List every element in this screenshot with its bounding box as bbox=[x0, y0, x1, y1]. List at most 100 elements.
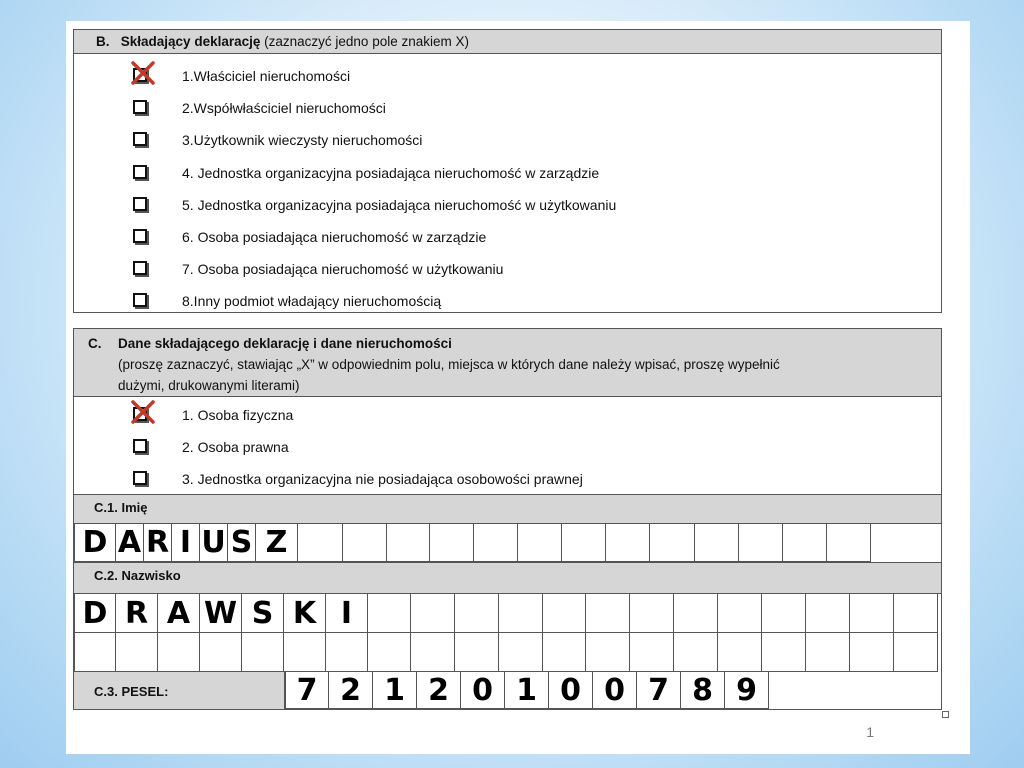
last-name-cell[interactable] bbox=[762, 594, 806, 633]
option-item[interactable]: 1. Osoba fizyczna bbox=[74, 400, 941, 429]
checkbox[interactable] bbox=[133, 261, 147, 276]
empty-name-cell[interactable] bbox=[368, 633, 411, 672]
checkbox[interactable] bbox=[133, 293, 147, 308]
empty-name-cell[interactable] bbox=[894, 633, 938, 672]
option-item[interactable]: 4. Jednostka organizacyjna posiadająca n… bbox=[74, 163, 941, 187]
empty-name-cell[interactable] bbox=[326, 633, 368, 672]
empty-name-cell[interactable] bbox=[806, 633, 850, 672]
first-name-cell[interactable] bbox=[739, 524, 783, 562]
pesel-digit-cell[interactable]: 1 bbox=[505, 672, 549, 709]
pesel-digit-cell[interactable]: 8 bbox=[681, 672, 725, 709]
x-mark-icon bbox=[131, 400, 155, 424]
first-name-cell[interactable] bbox=[343, 524, 387, 562]
empty-name-cell[interactable] bbox=[718, 633, 762, 672]
last-name-cell[interactable] bbox=[894, 594, 938, 633]
last-name-cell[interactable] bbox=[806, 594, 850, 633]
empty-name-cell[interactable] bbox=[284, 633, 326, 672]
empty-name-cell[interactable] bbox=[200, 633, 242, 672]
last-name-cell[interactable] bbox=[543, 594, 586, 633]
first-name-cell[interactable] bbox=[430, 524, 474, 562]
option-label: 3.Użytkownik wieczysty nieruchomości bbox=[182, 132, 423, 149]
last-name-cell[interactable] bbox=[499, 594, 543, 633]
empty-name-cell[interactable] bbox=[762, 633, 806, 672]
last-name-cell[interactable]: A bbox=[158, 594, 200, 633]
pesel-digit-cell[interactable]: 2 bbox=[329, 672, 373, 709]
first-name-cell[interactable] bbox=[606, 524, 650, 562]
last-name-cell[interactable]: R bbox=[116, 594, 158, 633]
checkbox[interactable] bbox=[133, 439, 147, 453]
pesel-digit-cell[interactable]: 7 bbox=[637, 672, 681, 709]
empty-name-cell[interactable] bbox=[543, 633, 586, 672]
pesel-digit-cell[interactable]: 7 bbox=[285, 672, 329, 709]
empty-name-cell[interactable] bbox=[586, 633, 630, 672]
last-name-cell[interactable] bbox=[368, 594, 411, 633]
last-name-cell[interactable]: D bbox=[74, 594, 116, 633]
checkbox[interactable] bbox=[133, 229, 147, 243]
option-label: 8.Inny podmiot władający nieruchomością bbox=[182, 293, 442, 310]
pesel-digit-cell[interactable]: 1 bbox=[373, 672, 417, 709]
first-name-cell[interactable]: R bbox=[144, 524, 172, 562]
option-item[interactable]: 3. Jednostka organizacyjna nie posiadają… bbox=[74, 469, 941, 493]
first-name-cell[interactable]: I bbox=[172, 524, 200, 562]
first-name-cell[interactable] bbox=[518, 524, 562, 562]
pesel-cells: 72120100789 bbox=[285, 672, 769, 709]
empty-name-cell[interactable] bbox=[411, 633, 455, 672]
slide-marker-icon bbox=[942, 711, 949, 718]
last-name-cell[interactable]: W bbox=[200, 594, 242, 633]
first-name-cell[interactable] bbox=[298, 524, 343, 562]
last-name-cell[interactable] bbox=[630, 594, 674, 633]
pesel-digit-cell[interactable]: 0 bbox=[549, 672, 593, 709]
empty-name-cell[interactable] bbox=[74, 633, 116, 672]
option-item[interactable]: 3.Użytkownik wieczysty nieruchomości bbox=[74, 130, 941, 154]
last-name-cell[interactable] bbox=[850, 594, 894, 633]
first-name-cell[interactable] bbox=[827, 524, 871, 562]
empty-name-cell[interactable] bbox=[499, 633, 543, 672]
empty-name-cell[interactable] bbox=[674, 633, 718, 672]
last-name-cell[interactable] bbox=[411, 594, 455, 633]
last-name-cell[interactable]: S bbox=[242, 594, 284, 633]
last-name-cell[interactable]: K bbox=[284, 594, 326, 633]
empty-name-cell[interactable] bbox=[850, 633, 894, 672]
checkbox[interactable] bbox=[133, 196, 147, 211]
last-name-cell[interactable] bbox=[674, 594, 718, 633]
first-name-cell[interactable] bbox=[387, 524, 430, 562]
first-name-cell[interactable] bbox=[695, 524, 739, 562]
checkbox[interactable] bbox=[133, 164, 147, 179]
option-item[interactable]: 8.Inny podmiot władający nieruchomością bbox=[74, 291, 941, 315]
first-name-cell[interactable]: U bbox=[200, 524, 228, 562]
option-item[interactable]: 2.Współwłaściciel nieruchomości bbox=[74, 98, 941, 122]
checkbox[interactable] bbox=[133, 471, 147, 485]
empty-name-cell[interactable] bbox=[455, 633, 499, 672]
first-name-cell[interactable]: A bbox=[116, 524, 144, 562]
option-item[interactable]: 5. Jednostka organizacyjna posiadająca n… bbox=[74, 195, 941, 219]
empty-name-cell[interactable] bbox=[158, 633, 200, 672]
option-item[interactable]: 7. Osoba posiadająca nieruchomość w użyt… bbox=[74, 259, 941, 283]
pesel-digit-cell[interactable]: 9 bbox=[725, 672, 769, 709]
first-name-cell[interactable]: S bbox=[228, 524, 256, 562]
last-name-cell[interactable] bbox=[718, 594, 762, 633]
last-name-cell[interactable] bbox=[586, 594, 630, 633]
first-name-cell[interactable]: Z bbox=[256, 524, 298, 562]
empty-name-cell[interactable] bbox=[630, 633, 674, 672]
option-label: 1.Właściciel nieruchomości bbox=[182, 68, 351, 84]
option-label: 1. Osoba fizyczna bbox=[182, 407, 294, 423]
last-name-cell[interactable] bbox=[455, 594, 499, 633]
first-name-cell[interactable] bbox=[474, 524, 518, 562]
checkbox[interactable] bbox=[133, 132, 147, 147]
empty-name-cell[interactable] bbox=[116, 633, 158, 672]
checkbox[interactable] bbox=[133, 100, 147, 115]
pesel-digit-cell[interactable]: 2 bbox=[417, 672, 461, 709]
first-name-cell[interactable] bbox=[562, 524, 606, 562]
first-name-cell[interactable] bbox=[650, 524, 695, 562]
last-name-cell[interactable]: I bbox=[326, 594, 368, 633]
option-item[interactable]: 6. Osoba posiadająca nieruchomość w zarz… bbox=[74, 227, 941, 251]
empty-name-cell[interactable] bbox=[242, 633, 284, 672]
pesel-digit-cell[interactable]: 0 bbox=[461, 672, 505, 709]
option-label: 3. Jednostka organizacyjna nie posiadają… bbox=[182, 471, 583, 487]
option-label: 5. Jednostka organizacyjna posiadająca n… bbox=[182, 196, 617, 213]
option-item[interactable]: 1.Właściciel nieruchomości bbox=[74, 61, 941, 90]
first-name-cell[interactable]: D bbox=[74, 524, 116, 562]
first-name-cell[interactable] bbox=[783, 524, 827, 562]
option-item[interactable]: 2. Osoba prawna bbox=[74, 437, 941, 461]
pesel-digit-cell[interactable]: 0 bbox=[593, 672, 637, 709]
